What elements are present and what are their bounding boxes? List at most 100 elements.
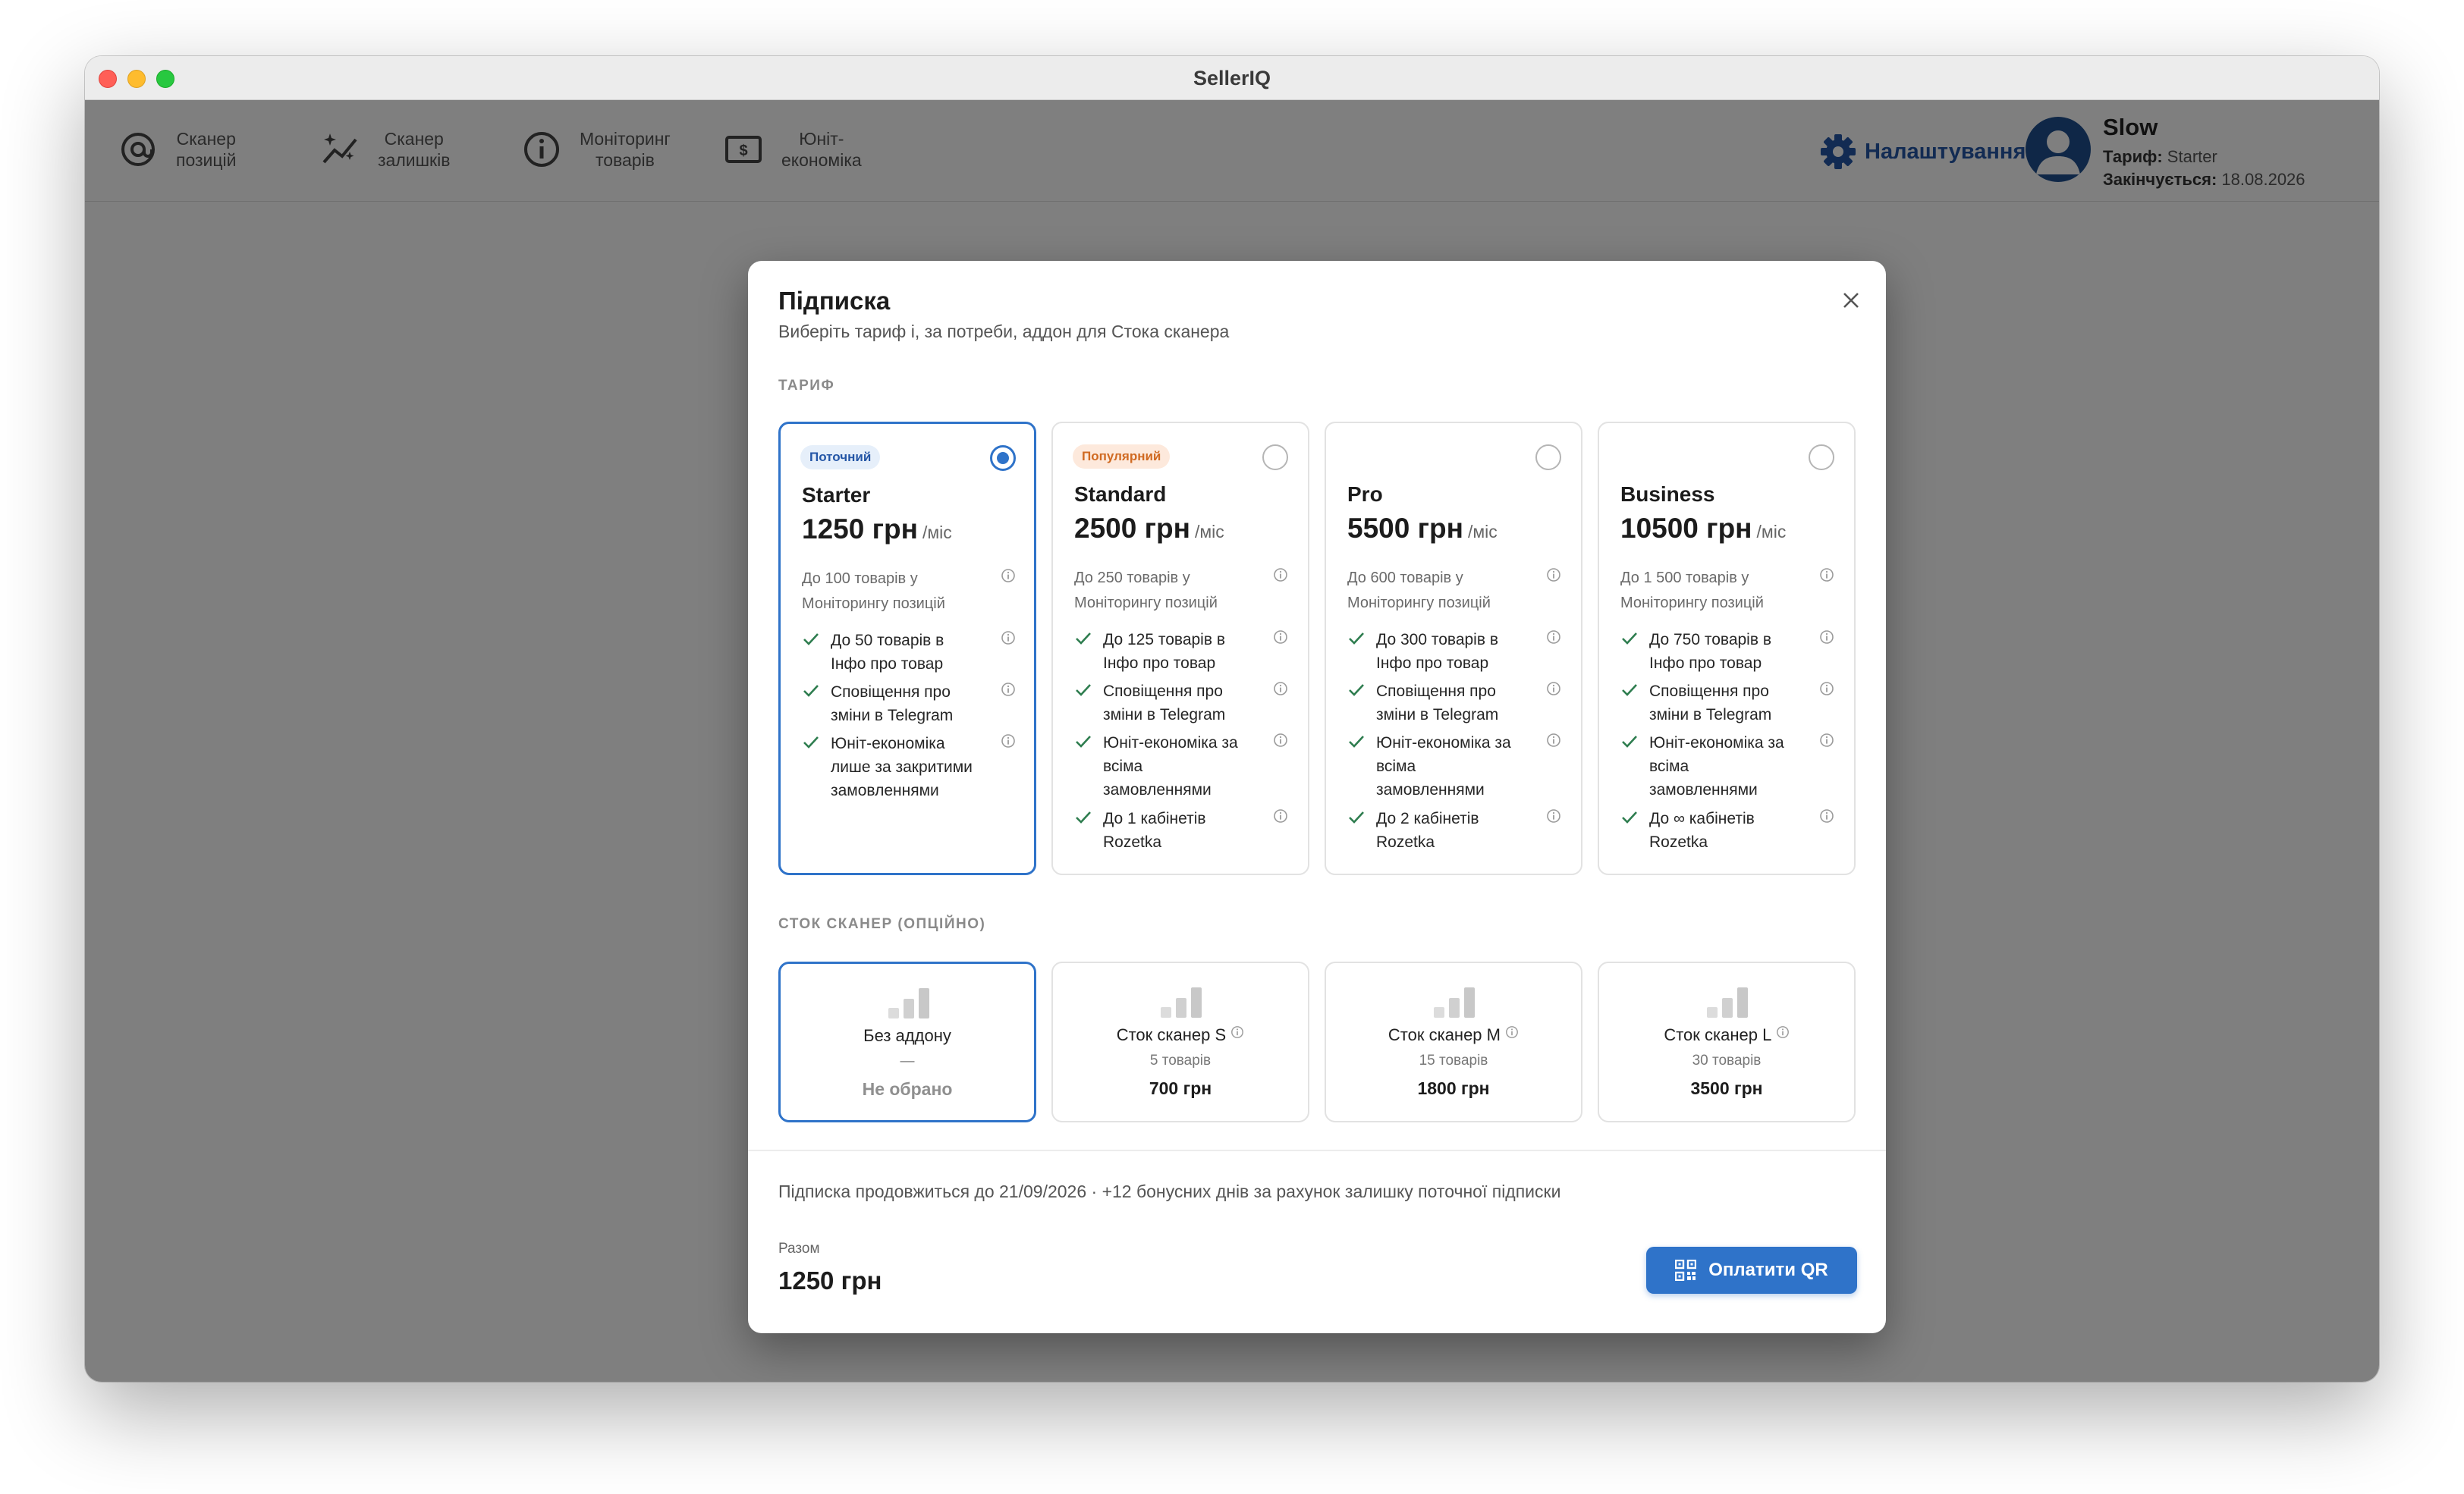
info-icon[interactable] [1505,1025,1519,1039]
plan-limit-line: До 250 товарів у [1074,570,1190,586]
info-icon[interactable] [1273,629,1288,645]
info-icon[interactable] [1273,567,1288,582]
plan-price-amount: 1250 грн [802,513,918,545]
info-icon[interactable] [1819,733,1834,748]
renewal-note: Підписка продовжиться до 21/09/2026 · +1… [778,1182,1561,1201]
plan-feature-line: Rozetka [1376,833,1435,851]
info-icon[interactable] [1819,681,1834,696]
info-icon[interactable] [1546,808,1561,824]
plan-feature: Сповіщення про зміни в Telegram [1347,680,1567,727]
info-icon[interactable] [1776,1025,1790,1039]
plan-feature-line: замовленнями [1103,781,1212,799]
info-icon[interactable] [1546,567,1561,582]
plan-card-business[interactable]: Business 10500 грн/міс До 1 500 товарів у М… [1598,422,1856,875]
plan-feature: Сповіщення про зміни в Telegram [802,680,1022,727]
subscription-modal: Підписка Виберіть тариф і, за потреби, а… [748,261,1886,1333]
plan-feature-line: всіма [1649,758,1689,775]
signal-bars-icon [888,988,929,1018]
total-value: 1250 грн [778,1266,882,1295]
plan-radio[interactable] [1262,444,1288,470]
plan-price-period: /міс [1756,522,1787,541]
plan-price: 2500 грн/міс [1074,513,1224,545]
info-icon[interactable] [1273,733,1288,748]
plan-limit: До 600 товарів у Моніторингу позицій [1347,566,1537,616]
info-icon[interactable] [1001,682,1016,697]
plan-limit-line: Моніторингу позицій [1074,595,1218,611]
check-icon [1622,684,1637,696]
plan-feature-line: всіма [1103,758,1143,775]
addon-card-1[interactable]: Сток сканер S 5 товарів 700 грн [1051,962,1309,1122]
plan-card-pro[interactable]: Pro 5500 грн/міс До 600 товарів у Моніторин… [1325,422,1582,875]
plan-radio[interactable] [990,445,1016,471]
plan-feature-line: Сповіщення про [1376,683,1496,700]
addon-name: Без аддону [781,1026,1034,1046]
addon-card-2[interactable]: Сток сканер M 15 товарів 1800 грн [1325,962,1582,1122]
plan-feature-line: До 125 товарів в [1103,631,1225,648]
addon-card-0[interactable]: Без аддону — Не обрано [778,962,1036,1122]
info-icon[interactable] [1819,808,1834,824]
plan-feature: До 750 товарів в Інфо про товар [1620,628,1840,675]
plan-radio[interactable] [1809,444,1834,470]
plan-feature-line: Юніт-економіка за [1649,734,1784,752]
plan-section-label: ТАРИФ [778,378,835,394]
info-icon[interactable] [1001,733,1016,749]
plan-feature: До 125 товарів в Інфо про товар [1074,628,1294,675]
plan-price: 10500 грн/міс [1620,513,1786,545]
plan-feature-line: До 750 товарів в [1649,631,1771,648]
plan-card-standard[interactable]: Популярний Standard 2500 грн/міс До 250 тов… [1051,422,1309,875]
signal-bars-icon [1707,987,1748,1018]
check-icon [1349,684,1364,696]
info-icon[interactable] [1273,681,1288,696]
title-bar: SellerIQ [85,56,2379,100]
total-label: Разом [778,1241,820,1257]
plan-feature-line: До 1 кабінетів [1103,810,1206,827]
info-icon[interactable] [1546,629,1561,645]
plan-price-amount: 5500 грн [1347,513,1463,544]
check-icon [1349,632,1364,645]
check-icon [1076,811,1091,824]
check-icon [803,685,819,697]
pay-qr-button[interactable]: Оплатити QR [1646,1247,1857,1294]
info-icon[interactable] [1001,630,1016,645]
plan-feature-line: зміни в Telegram [1649,706,1772,723]
signal-bars-icon [1161,987,1202,1018]
check-icon [1622,632,1637,645]
info-icon[interactable] [1546,681,1561,696]
addon-name-text: Сток сканер S [1116,1025,1227,1044]
plan-feature-line: До 300 товарів в [1376,631,1498,648]
info-icon[interactable] [1819,567,1834,582]
plan-feature-line: До ∞ кабінетів [1649,810,1755,827]
plan-feature-line: Юніт-економіка за [1376,734,1511,752]
plan-feature: Юніт-економіка за всіма замовленнями [1347,731,1567,802]
info-icon[interactable] [1546,733,1561,748]
info-icon[interactable] [1819,629,1834,645]
info-icon[interactable] [1230,1025,1244,1039]
check-icon [1349,736,1364,748]
addon-card-3[interactable]: Сток сканер L 30 товарів 3500 грн [1598,962,1856,1122]
plan-feature-line: всіма [1376,758,1416,775]
plan-feature-line: Юніт-економіка [831,735,945,752]
app-window: SellerIQ Сканерпозицій Сканерзалишків Мо… [85,56,2379,1382]
plan-feature-line: Сповіщення про [1649,683,1769,700]
addon-price: 700 грн [1149,1078,1212,1098]
plan-price-period: /міс [922,523,952,542]
plan-feature-line: Інфо про товар [831,655,944,673]
plan-feature-line: зміни в Telegram [1103,706,1226,723]
plan-limit: До 250 товарів у Моніторингу позицій [1074,566,1264,616]
plan-feature-line: замовленнями [1376,781,1485,799]
plan-feature-line: До 2 кабінетів [1376,810,1479,827]
check-icon [803,736,819,749]
info-icon[interactable] [1273,808,1288,824]
window-title: SellerIQ [1193,67,1271,89]
plan-card-starter[interactable]: Поточний Starter 1250 грн/міс До 100 товарі… [778,422,1036,875]
plan-radio[interactable] [1535,444,1561,470]
info-icon[interactable] [1001,568,1016,583]
plan-feature-line: Юніт-економіка за [1103,734,1238,752]
plan-limit-line: До 1 500 товарів у [1620,570,1749,586]
plan-feature-line: зміни в Telegram [1376,706,1499,723]
pay-qr-label: Оплатити QR [1708,1260,1828,1280]
addon-section-label: СТОК СКАНЕР (ОПЦІЙНО) [778,916,986,932]
close-icon[interactable] [1836,285,1866,315]
plan-feature-line: Rozetka [1649,833,1708,851]
plan-feature-line: Інфо про товар [1649,654,1762,672]
